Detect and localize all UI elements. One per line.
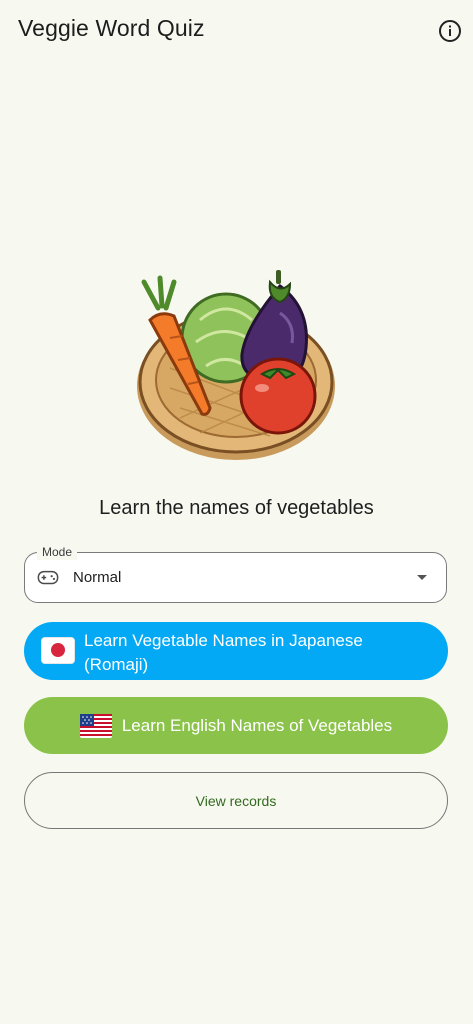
- japan-flag-icon: [42, 638, 74, 663]
- mode-label: Mode: [37, 544, 78, 560]
- mode-value: Normal: [73, 569, 122, 586]
- view-records-label: View records: [195, 792, 277, 809]
- us-flag-icon: [79, 713, 112, 738]
- app-title: Veggie Word Quiz: [18, 15, 205, 41]
- app-bar: Veggie Word Quiz: [0, 0, 473, 64]
- view-records-button[interactable]: View records: [24, 772, 448, 829]
- dropdown-arrow-icon[interactable]: [417, 575, 427, 580]
- info-icon[interactable]: [438, 19, 462, 43]
- mode-dropdown[interactable]: Mode Normal: [24, 544, 447, 603]
- gamepad-icon: [37, 570, 59, 585]
- tagline: Learn the names of vegetables: [99, 497, 374, 519]
- learn-english-label: Learn English Names of Vegetables: [121, 715, 393, 735]
- learn-japanese-label: Learn Vegetable Names in Japanese (Romaj…: [84, 631, 363, 674]
- learn-japanese-button[interactable]: Learn Vegetable Names in Japanese (Romaj…: [24, 622, 448, 680]
- vegetable-basket-illustration: [137, 270, 335, 460]
- learn-english-button[interactable]: Learn English Names of Vegetables: [24, 697, 448, 754]
